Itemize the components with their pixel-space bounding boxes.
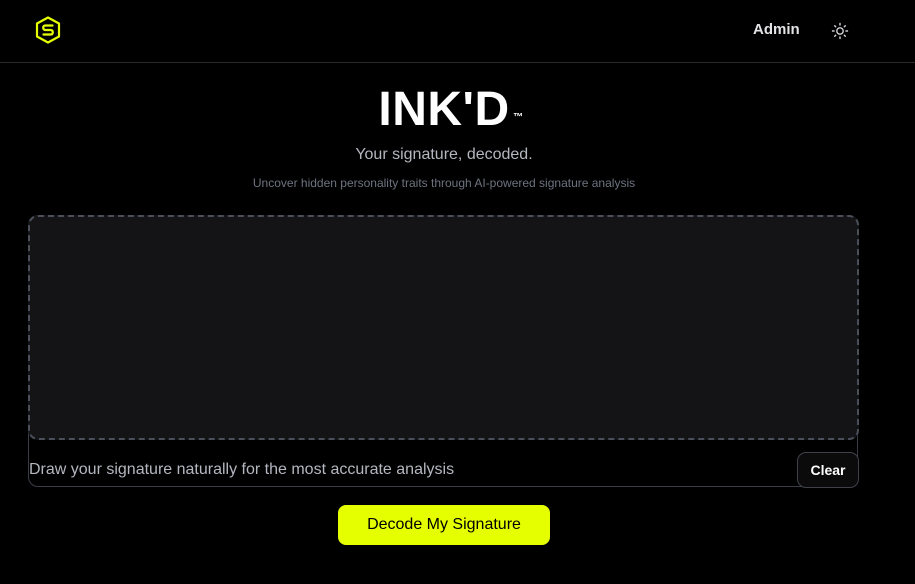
admin-link[interactable]: Admin (753, 21, 800, 38)
decode-signature-button[interactable]: Decode My Signature (338, 505, 550, 545)
title-text: INK'D (378, 83, 510, 136)
sun-icon[interactable] (830, 21, 850, 41)
top-navbar: Admin (0, 0, 915, 63)
subtitle: Uncover hidden personality traits throug… (252, 176, 636, 190)
page-title: INK'D ™ (378, 80, 523, 140)
signature-canvas[interactable] (28, 215, 859, 440)
tagline: Your signature, decoded. (355, 146, 533, 163)
hero-title-wrap: INK'D ™ (0, 80, 888, 140)
clear-button[interactable]: Clear (797, 452, 859, 488)
signature-hint: Draw your signature naturally for the mo… (29, 461, 455, 478)
trademark-mark: ™ (513, 112, 524, 123)
hexagon-s-logo-icon[interactable] (35, 16, 61, 44)
